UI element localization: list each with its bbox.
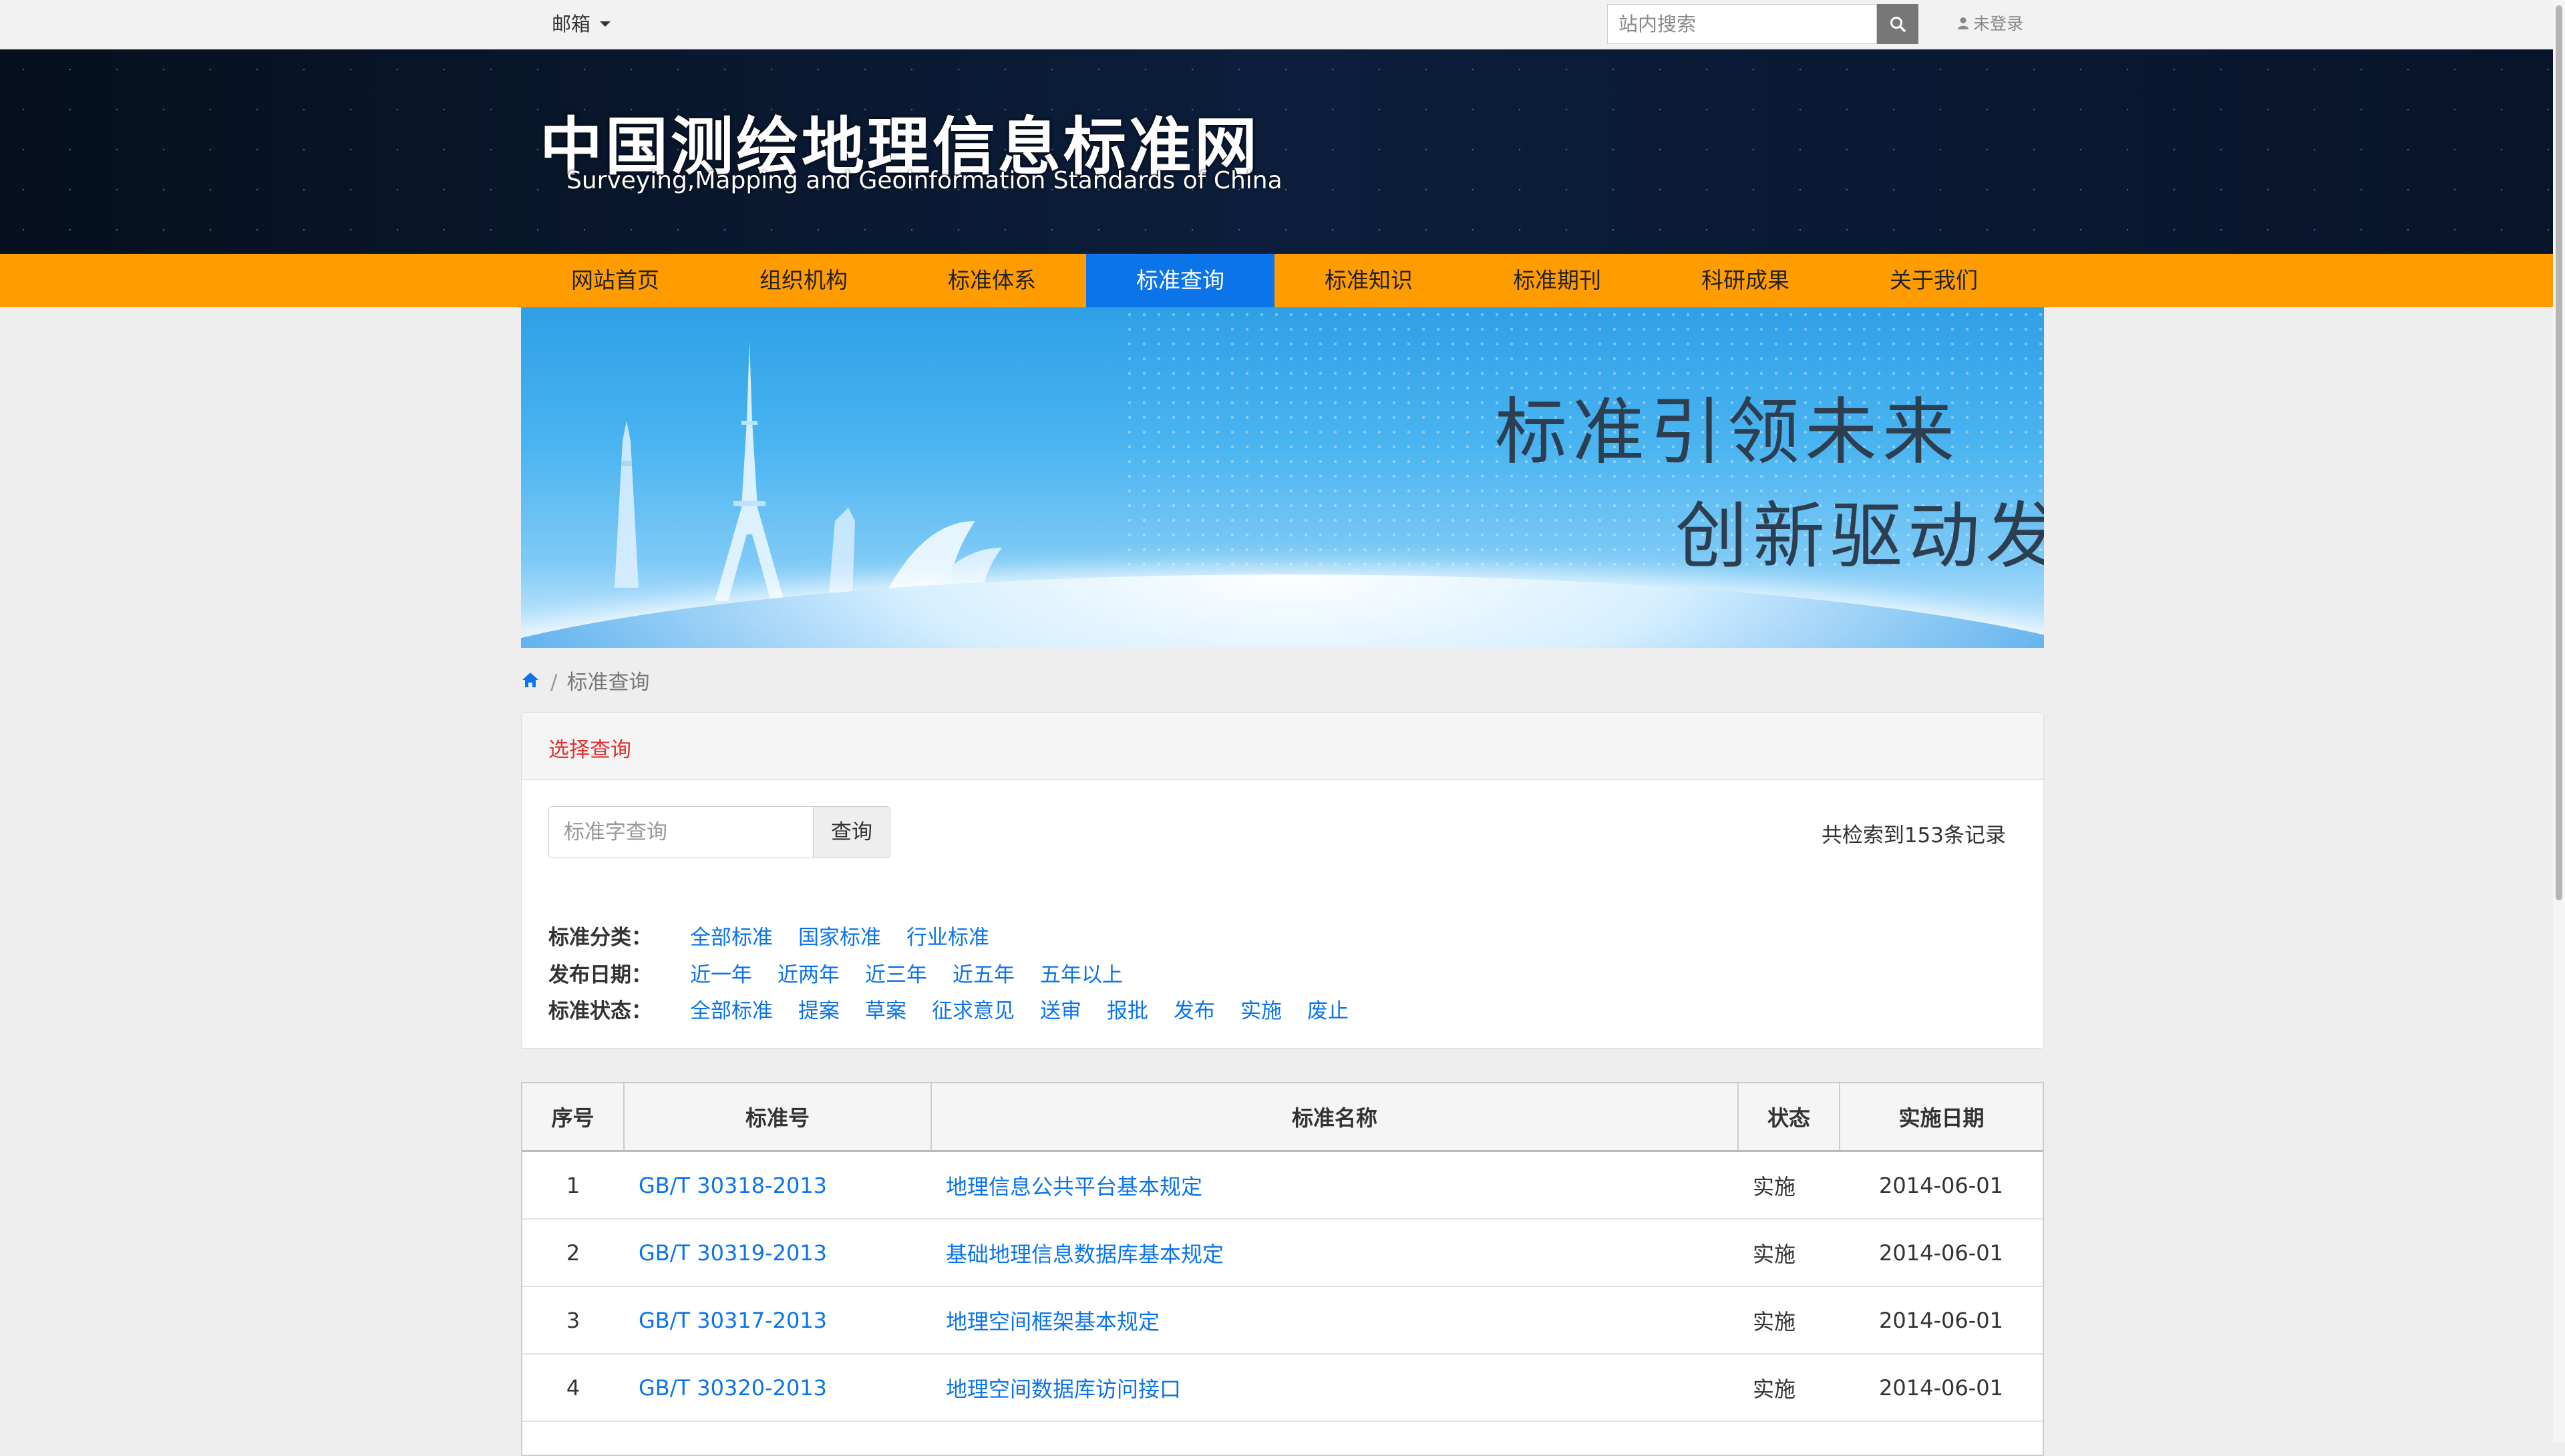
table-header-row: 序号 标准号 标准名称 状态 实施日期 <box>522 1083 2043 1152</box>
login-status-label: 未登录 <box>1973 14 2024 33</box>
row-number: 2 <box>522 1219 624 1287</box>
standard-code-link[interactable]: GB/T 30318-2013 <box>624 1151 931 1220</box>
row-number: 4 <box>522 1354 624 1422</box>
standard-code-link[interactable]: GB/T 30319-2013 <box>624 1219 931 1287</box>
query-panel-header: 选择查询 <box>522 713 2043 780</box>
record-count: 共检索到153条记录 <box>1821 824 2006 848</box>
page-scrollbar-thumb[interactable] <box>2556 5 2562 900</box>
filter-category-all[interactable]: 全部标准 <box>690 921 773 954</box>
user-icon <box>1958 17 1969 29</box>
row-number: 3 <box>522 1286 624 1354</box>
breadcrumb-separator: / <box>550 671 558 695</box>
filter-status-published[interactable]: 发布 <box>1174 994 1215 1028</box>
login-status-link[interactable]: 未登录 <box>1957 11 2023 37</box>
promo-banner: 标准引领未来 创新驱动发展 <box>521 307 2044 648</box>
standard-status: 实施 <box>1738 1354 1840 1422</box>
filter-status-draft[interactable]: 草案 <box>865 994 906 1028</box>
row-number: 1 <box>522 1151 624 1220</box>
filter-date-1y[interactable]: 近一年 <box>690 958 752 992</box>
implementation-date: 2014-06-01 <box>1840 1151 2043 1220</box>
nav-item-research-results[interactable]: 科研成果 <box>1651 254 1840 307</box>
header-background <box>0 49 2565 254</box>
col-header-code: 标准号 <box>624 1083 932 1152</box>
filter-date-3y[interactable]: 近三年 <box>865 958 927 992</box>
filter-category-national[interactable]: 国家标准 <box>798 921 881 954</box>
standard-name-link[interactable]: 地理空间数据库访问接口 <box>931 1354 1738 1422</box>
nav-item-standard-system[interactable]: 标准体系 <box>898 254 1086 307</box>
site-header-banner: 中国测绘地理信息标准网 Surveying,Mapping and Geoinf… <box>0 49 2565 254</box>
standard-name-link[interactable]: 基础地理信息数据库基本规定 <box>931 1219 1738 1287</box>
site-search-button[interactable] <box>1877 4 1918 44</box>
filter-status-all[interactable]: 全部标准 <box>690 994 773 1028</box>
caret-down-icon <box>600 21 611 27</box>
site-search-input[interactable] <box>1607 4 1877 44</box>
filter-row-date: 发布日期： 近一年 近两年 近三年 近五年 五年以上 <box>548 958 1148 992</box>
filter-label-category: 标准分类： <box>548 926 652 950</box>
site-subtitle: Surveying,Mapping and Geoinformation Sta… <box>566 167 1282 194</box>
implementation-date: 2014-06-01 <box>1840 1354 2043 1422</box>
filter-status-approval[interactable]: 报批 <box>1107 994 1148 1028</box>
search-icon <box>1890 17 1906 32</box>
standard-name-link[interactable]: 地理信息公共平台基本规定 <box>931 1151 1738 1220</box>
standard-code-link[interactable]: GB/T 30317-2013 <box>624 1286 931 1354</box>
filter-date-5y[interactable]: 近五年 <box>953 958 1015 992</box>
nav-item-standard-journal[interactable]: 标准期刊 <box>1463 254 1651 307</box>
nav-item-organization[interactable]: 组织机构 <box>709 254 898 307</box>
standard-status: 实施 <box>1738 1151 1840 1220</box>
table-row: 1 GB/T 30318-2013 地理信息公共平台基本规定 实施 2014-0… <box>522 1151 2043 1220</box>
table-row: 3 GB/T 30317-2013 地理空间框架基本规定 实施 2014-06-… <box>522 1286 2043 1354</box>
col-header-status: 状态 <box>1738 1083 1840 1152</box>
filter-status-abolished[interactable]: 废止 <box>1307 994 1349 1028</box>
filter-label-status: 标准状态： <box>548 999 652 1023</box>
banner-slogan-line1: 标准引领未来 <box>1495 391 1960 474</box>
standard-name-link[interactable]: 地理空间框架基本规定 <box>931 1286 1738 1354</box>
banner-slogan-line2: 创新驱动发展 <box>1675 495 2044 578</box>
home-icon[interactable] <box>521 662 540 702</box>
nav-item-about-us[interactable]: 关于我们 <box>1840 254 2028 307</box>
filter-row-status: 标准状态： 全部标准 提案 草案 征求意见 送审 报批 发布 实施 废止 <box>548 994 1374 1028</box>
nav-item-standard-knowledge[interactable]: 标准知识 <box>1274 254 1463 307</box>
standard-keyword-input[interactable] <box>548 806 813 858</box>
query-button[interactable]: 查询 <box>813 806 890 858</box>
main-nav: 网站首页 组织机构 标准体系 标准查询 标准知识 标准期刊 科研成果 关于我们 <box>0 254 2565 307</box>
top-bar: 邮箱 未登录 <box>0 0 2565 49</box>
standard-status: 实施 <box>1738 1286 1840 1354</box>
standard-status: 实施 <box>1738 1219 1840 1287</box>
breadcrumb-current: 标准查询 <box>566 671 650 695</box>
filter-date-over-5y[interactable]: 五年以上 <box>1040 958 1123 992</box>
standard-code-link[interactable]: GB/T 30320-2013 <box>624 1354 931 1422</box>
query-panel: 选择查询 查询 共检索到153条记录 标准分类：全部标准国家标准行业标准 发布日… <box>521 712 2044 1049</box>
mail-dropdown-label: 邮箱 <box>552 13 591 35</box>
breadcrumb: / 标准查询 <box>521 663 649 703</box>
filter-status-implemented[interactable]: 实施 <box>1240 994 1282 1028</box>
table-row: 4 GB/T 30320-2013 地理空间数据库访问接口 实施 2014-06… <box>522 1354 2043 1422</box>
col-header-date: 实施日期 <box>1840 1083 2043 1152</box>
filter-status-proposal[interactable]: 提案 <box>798 994 840 1028</box>
filter-row-category: 标准分类： 全部标准 国家标准 行业标准 <box>548 921 1015 954</box>
table-row: 2 GB/T 30319-2013 基础地理信息数据库基本规定 实施 2014-… <box>522 1219 2043 1287</box>
filter-status-review[interactable]: 送审 <box>1040 994 1081 1028</box>
query-panel-title: 选择查询 <box>548 738 631 762</box>
implementation-date: 2014-06-01 <box>1840 1219 2043 1287</box>
nav-item-standard-query[interactable]: 标准查询 <box>1086 254 1274 307</box>
filter-date-2y[interactable]: 近两年 <box>778 958 840 992</box>
nav-item-home[interactable]: 网站首页 <box>521 254 709 307</box>
filter-category-industry[interactable]: 行业标准 <box>906 921 989 954</box>
filter-label-date: 发布日期： <box>548 963 652 987</box>
filter-status-comment[interactable]: 征求意见 <box>932 994 1015 1028</box>
col-header-no: 序号 <box>522 1083 625 1152</box>
results-table: 序号 标准号 标准名称 状态 实施日期 1 GB/T 30318-2013 地理… <box>521 1082 2044 1456</box>
implementation-date: 2014-06-01 <box>1840 1286 2043 1354</box>
mail-dropdown[interactable]: 邮箱 <box>552 9 611 39</box>
col-header-name: 标准名称 <box>931 1083 1739 1152</box>
